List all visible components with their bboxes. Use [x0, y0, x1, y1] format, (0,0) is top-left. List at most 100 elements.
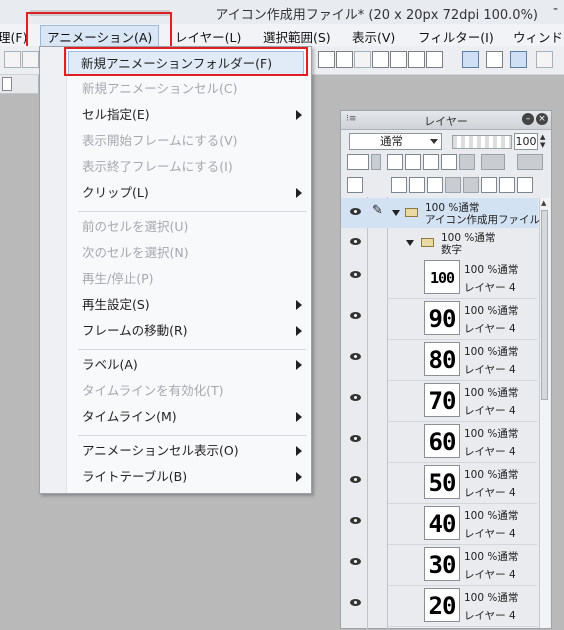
- menu-layer[interactable]: レイヤー(L): [175, 27, 241, 46]
- layer-row[interactable]: 50 100 %通常 レイヤー 4: [341, 463, 538, 504]
- menu-filter[interactable]: フィルター(I): [418, 27, 494, 46]
- layer-property-icon[interactable]: [347, 177, 363, 193]
- layer-list-scrollbar[interactable]: ▲: [539, 198, 550, 628]
- opacity-input[interactable]: 100: [514, 133, 538, 150]
- transfer-down-icon[interactable]: [445, 177, 461, 193]
- menu-selection[interactable]: 選択範囲(S): [263, 27, 331, 46]
- toolbar-icon-5[interactable]: [390, 51, 407, 68]
- blend-mode-select[interactable]: 通常: [349, 133, 442, 150]
- layer-thumbnail: 80: [424, 342, 460, 376]
- minimize-button[interactable]: -: [553, 1, 558, 17]
- visibility-eye-icon[interactable]: [350, 517, 361, 524]
- layer-name: レイヤー 4: [464, 446, 516, 458]
- grid-snap-icon[interactable]: [486, 51, 503, 68]
- toolbar-icon-left[interactable]: [4, 51, 21, 68]
- transparency-lock-icon[interactable]: [441, 154, 457, 170]
- menu-item-playback-settings[interactable]: 再生設定(S): [70, 293, 308, 317]
- layer-row[interactable]: 100 100 %通常 レイヤー 4: [341, 258, 538, 299]
- toolbar-icon-4[interactable]: [372, 51, 389, 68]
- menu-item-set-end-frame: 表示終了フレームにする(I): [70, 155, 308, 179]
- menu-item-light-table[interactable]: ライトテーブル(B): [70, 465, 308, 489]
- panel-close-icon[interactable]: ×: [536, 113, 548, 125]
- new-raster-layer-icon[interactable]: [391, 177, 407, 193]
- panel-minimize-icon[interactable]: –: [522, 113, 534, 125]
- menu-item-label-submenu[interactable]: ラベル(A): [70, 353, 308, 377]
- canvas-tab-icon[interactable]: [2, 77, 12, 91]
- layer-mode: 100 %通常: [464, 551, 519, 563]
- trash-icon[interactable]: [517, 177, 533, 193]
- menu-item-select-next-cel: 次のセルを選択(N): [70, 241, 308, 265]
- menu-item-set-start-frame: 表示開始フレームにする(V): [70, 129, 308, 153]
- visibility-eye-icon[interactable]: [350, 476, 361, 483]
- toolbar-icon-last[interactable]: [536, 51, 553, 68]
- folder-expand-icon[interactable]: [406, 240, 414, 246]
- menu-item-label: タイムラインを有効化(T): [82, 383, 224, 398]
- scrollbar-thumb[interactable]: [541, 210, 548, 400]
- visibility-eye-icon[interactable]: [350, 353, 361, 360]
- thumbnail-digits: 90: [428, 305, 457, 333]
- visibility-eye-icon[interactable]: [350, 435, 361, 442]
- menu-item-timeline[interactable]: タイムライン(M): [70, 405, 308, 429]
- layer-color-settings-icon[interactable]: [517, 154, 543, 170]
- toolbar-icon-3[interactable]: [354, 51, 371, 68]
- toolbar-icon-1[interactable]: [318, 51, 335, 68]
- menu-item-clip[interactable]: クリップ(L): [70, 181, 308, 205]
- visibility-eye-icon[interactable]: [350, 312, 361, 319]
- lock-icon[interactable]: [423, 154, 439, 170]
- mask-apply-icon[interactable]: [499, 177, 515, 193]
- layer-row[interactable]: 90 100 %通常 レイヤー 4: [341, 299, 538, 340]
- reference-layer-icon[interactable]: [387, 154, 403, 170]
- layer-mode: 100 %通常: [464, 305, 519, 317]
- toolbar-icon-left-2[interactable]: [22, 51, 39, 68]
- toolbar-icon-6[interactable]: [408, 51, 425, 68]
- menu-item-animation-cel-display[interactable]: アニメーションセル表示(O): [70, 439, 308, 463]
- layer-row[interactable]: 80 100 %通常 レイヤー 4: [341, 340, 538, 381]
- layer-row[interactable]: 20 100 %通常 レイヤー 4: [341, 586, 538, 627]
- menu-item-label: 前のセルを選択(U): [82, 219, 189, 234]
- mask-add-icon[interactable]: [481, 177, 497, 193]
- layer-row[interactable]: 30 100 %通常 レイヤー 4: [341, 545, 538, 586]
- menu-item-label: 次のセルを選択(N): [82, 245, 189, 260]
- blend-mode-value: 通常: [380, 134, 403, 148]
- layer-row[interactable]: 40 100 %通常 レイヤー 4: [341, 504, 538, 545]
- new-vector-layer-icon[interactable]: [409, 177, 425, 193]
- visibility-eye-icon[interactable]: [350, 271, 361, 278]
- layer-name: レイヤー 4: [464, 528, 516, 540]
- opacity-spinner[interactable]: ▲ ▼: [540, 133, 548, 149]
- clip-icon[interactable]: [459, 154, 475, 170]
- menu-window[interactable]: ウィンド: [513, 27, 563, 46]
- merge-down-icon[interactable]: [463, 177, 479, 193]
- menu-item-move-frame[interactable]: フレームの移動(R): [70, 319, 308, 343]
- thumbnail-digits: 20: [428, 592, 457, 620]
- annotation-box-animation-menu: [26, 12, 172, 49]
- special-ruler-snap-icon[interactable]: [510, 51, 527, 68]
- toolbar-icon-7[interactable]: [426, 51, 443, 68]
- layer-name: レイヤー 4: [464, 405, 516, 417]
- chevron-down-icon[interactable]: [371, 154, 381, 170]
- submenu-arrow-icon: [296, 188, 302, 198]
- menu-file[interactable]: 理(F): [0, 27, 27, 46]
- menu-view[interactable]: 表示(V): [352, 27, 395, 46]
- brush-lock-icon[interactable]: [405, 154, 421, 170]
- layer-row-folder-numbers[interactable]: 100 %通常 数字: [341, 228, 538, 258]
- visibility-eye-icon[interactable]: [350, 238, 361, 245]
- layer-name: レイヤー 4: [464, 487, 516, 499]
- layer-row-folder-root[interactable]: ✎ 100 %通常 アイコン作成用ファイル: [341, 198, 540, 228]
- mask-icon[interactable]: [481, 154, 505, 170]
- ruler-snap-icon[interactable]: [462, 51, 479, 68]
- folder-expand-icon[interactable]: [392, 210, 400, 216]
- visibility-eye-icon[interactable]: [350, 394, 361, 401]
- visibility-eye-icon[interactable]: [350, 599, 361, 606]
- opacity-slider[interactable]: [452, 135, 512, 149]
- scroll-up-icon[interactable]: ▲: [541, 199, 546, 207]
- layer-row[interactable]: 70 100 %通常 レイヤー 4: [341, 381, 538, 422]
- toolbar-icon-2[interactable]: [336, 51, 353, 68]
- menu-item-play-stop: 再生/停止(P): [70, 267, 308, 291]
- layer-color-icon[interactable]: [347, 154, 369, 170]
- layer-row[interactable]: 60 100 %通常 レイヤー 4: [341, 422, 538, 463]
- layer-thumbnail: 20: [424, 588, 460, 622]
- visibility-eye-icon[interactable]: [350, 558, 361, 565]
- new-folder-icon[interactable]: [427, 177, 443, 193]
- menu-item-specify-cel[interactable]: セル指定(E): [70, 103, 308, 127]
- visibility-eye-icon[interactable]: [350, 208, 361, 215]
